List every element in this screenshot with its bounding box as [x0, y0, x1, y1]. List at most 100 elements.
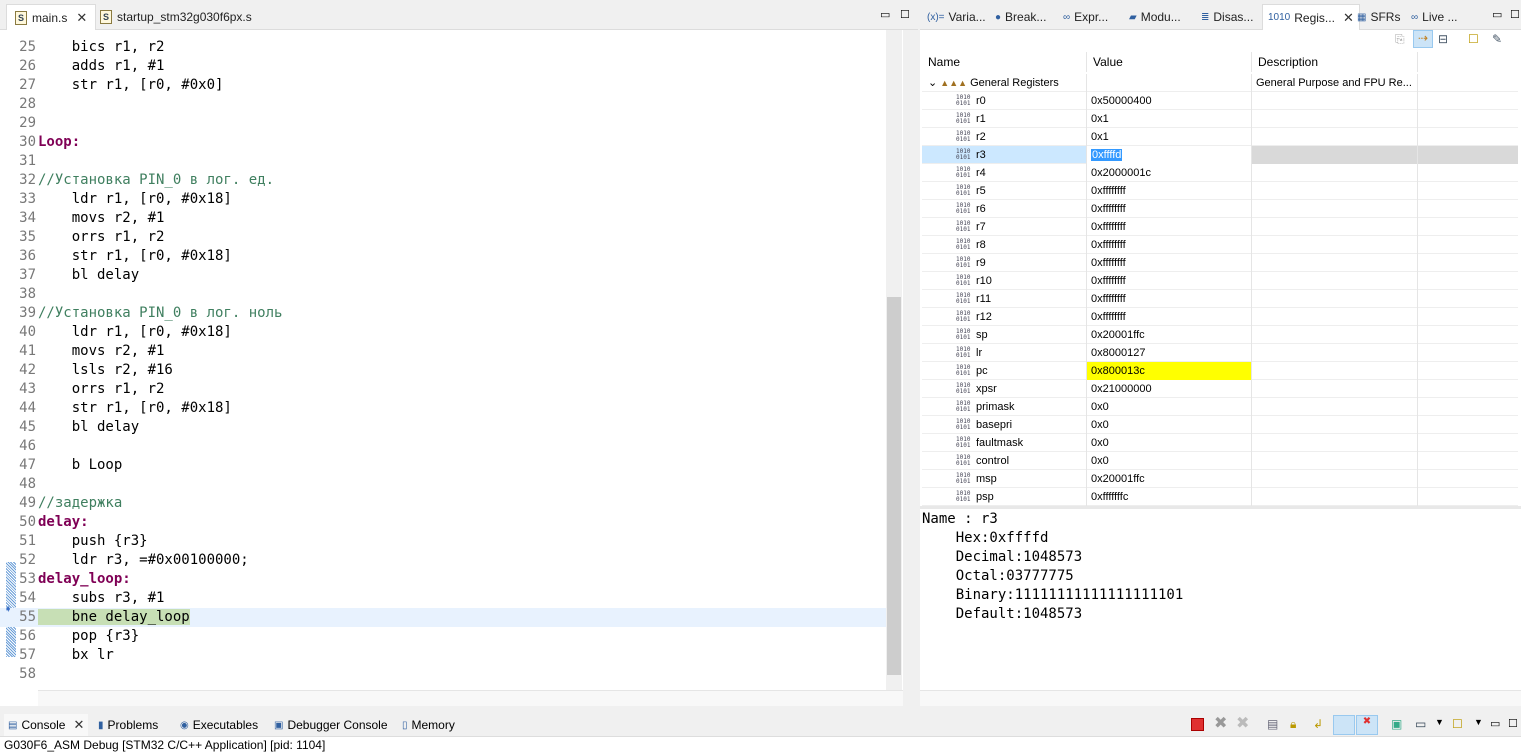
register-value[interactable]: 0xffffd — [1091, 149, 1123, 161]
register-value[interactable]: 0x8000127 — [1091, 347, 1145, 359]
tab-console[interactable]: ▤ Console ✕ — [4, 714, 89, 736]
code-line[interactable]: 40 ldr r1, [r0, #0x18] — [0, 323, 886, 342]
register-value[interactable]: 0x0 — [1091, 455, 1109, 467]
register-value[interactable]: 0x20001ffc — [1091, 329, 1145, 341]
register-row[interactable]: 1010 0101 basepri 0x0 — [922, 416, 1518, 434]
code-line[interactable]: 45 bl delay — [0, 418, 886, 437]
code-line[interactable]: 34 movs r2, #1 — [0, 209, 886, 228]
collapse-all-icon[interactable]: ⊟ — [1438, 32, 1448, 46]
code-line[interactable]: 43 orrs r1, r2 — [0, 380, 886, 399]
register-value[interactable]: 0x0 — [1091, 401, 1109, 413]
code-line[interactable]: 52 ldr r3, =#0x00100000; — [0, 551, 886, 570]
maximize-icon[interactable]: ☐ — [1508, 717, 1521, 733]
register-value[interactable]: 0xffffffff — [1091, 275, 1126, 287]
register-value[interactable]: 0xffffffff — [1091, 257, 1126, 269]
maximize-icon[interactable]: ☐ — [1510, 8, 1520, 21]
register-row[interactable]: 1010 0101 faultmask 0x0 — [922, 434, 1518, 452]
register-row[interactable]: 1010 0101 r11 0xffffffff — [922, 290, 1518, 308]
tab-disassembly[interactable]: ≣ Disas... — [1196, 4, 1258, 30]
code-line[interactable]: 26 adds r1, #1 — [0, 57, 886, 76]
register-row[interactable]: 1010 0101 lr 0x8000127 — [922, 344, 1518, 362]
code-line[interactable]: 36 str r1, [r0, #0x18] — [0, 247, 886, 266]
code-editor[interactable]: 25 bics r1, r2 26 adds r1, #1 27 str r1, [… — [0, 30, 903, 706]
scroll-lock-icon[interactable]: 🔒︎ — [1290, 717, 1306, 733]
tab-problems[interactable]: ▮ Problems — [98, 714, 158, 736]
register-value[interactable]: 0x20001ffc — [1091, 473, 1145, 485]
register-row[interactable]: 1010 0101 r6 0xffffffff — [922, 200, 1518, 218]
code-line[interactable]: 51 push {r3} — [0, 532, 886, 551]
sash[interactable] — [920, 506, 1521, 509]
code-line[interactable]: 30 Loop: — [0, 133, 886, 152]
minimize-icon[interactable]: ▭ — [1490, 717, 1506, 733]
column-name[interactable]: Name — [922, 52, 1087, 72]
column-description[interactable]: Description — [1252, 52, 1418, 72]
code-line[interactable]: 33 ldr r1, [r0, #0x18] — [0, 190, 886, 209]
register-row[interactable]: 1010 0101 r2 0x1 — [922, 128, 1518, 146]
code-line[interactable]: 44 str r1, [r0, #0x18] — [0, 399, 886, 418]
tab-registers[interactable]: 1010 Regis... ✕ — [1262, 4, 1360, 30]
close-icon[interactable]: ✕ — [73, 717, 84, 733]
register-row[interactable]: 1010 0101 r9 0xffffffff — [922, 254, 1518, 272]
code-line[interactable]: 54 subs r3, #1 — [0, 589, 886, 608]
register-row[interactable]: 1010 0101 r3 0xffffd — [922, 146, 1518, 164]
register-value[interactable]: 0x21000000 — [1091, 383, 1152, 395]
current-line[interactable]: 55 bne delay_loop — [0, 608, 886, 627]
register-value[interactable]: 0x2000001c — [1091, 167, 1151, 179]
horizontal-scrollbar[interactable] — [38, 690, 903, 706]
register-value[interactable]: 0xffffffff — [1091, 203, 1126, 215]
register-row[interactable]: 1010 0101 r12 0xffffffff — [922, 308, 1518, 326]
tab-debugger-console[interactable]: ▣ Debugger Console — [274, 714, 388, 736]
word-wrap-icon[interactable]: ↲ — [1313, 717, 1329, 733]
clear-console-icon[interactable]: ▤ — [1267, 717, 1283, 733]
code-line[interactable]: 39//Установка PIN_0 в лог. ноль — [0, 304, 886, 323]
code-line[interactable]: 35 orrs r1, r2 — [0, 228, 886, 247]
code-line[interactable]: 29 — [0, 114, 886, 133]
register-row[interactable]: 1010 0101 msp 0x20001ffc — [922, 470, 1518, 488]
tab-live-expressions[interactable]: ∞ Live ... — [1406, 4, 1463, 30]
maximize-icon[interactable]: ☐ — [900, 8, 910, 21]
minimize-icon[interactable]: ▭ — [1492, 8, 1502, 21]
register-value[interactable]: 0xfffffffc — [1091, 491, 1128, 503]
register-row[interactable]: 1010 0101 pc 0x800013c — [922, 362, 1518, 380]
pin-console-icon[interactable]: ▣ — [1391, 717, 1407, 733]
code-line[interactable]: 53 delay_loop: — [0, 570, 886, 589]
register-value[interactable]: 0x1 — [1091, 113, 1109, 125]
new-group-icon[interactable]: ☐ — [1468, 32, 1479, 46]
register-value[interactable]: 0xffffffff — [1091, 239, 1126, 251]
scrollbar-thumb[interactable] — [887, 297, 901, 675]
tab-startup[interactable]: Sstartup_stm32g030f6px.s — [92, 4, 260, 30]
code-line[interactable]: 31 — [0, 152, 886, 171]
tab-main-s[interactable]: Smain.s ✕ — [6, 4, 97, 30]
register-row[interactable]: 1010 0101 r8 0xffffffff — [922, 236, 1518, 254]
code-line[interactable]: 58 — [0, 665, 886, 684]
register-row[interactable]: 1010 0101 xpsr 0x21000000 — [922, 380, 1518, 398]
open-console-icon[interactable]: ☐ — [1452, 717, 1468, 733]
code-line[interactable]: 42 lsls r2, #16 — [0, 361, 886, 380]
register-value[interactable]: 0xffffffff — [1091, 221, 1126, 233]
tab-breakpoints[interactable]: ● Break... — [990, 4, 1051, 30]
tab-executables[interactable]: ◉ Executables — [180, 714, 258, 736]
code-line[interactable]: 46 — [0, 437, 886, 456]
code-line[interactable]: 32//Установка PIN_0 в лог. ед. — [0, 171, 886, 190]
code-line[interactable]: 49//задержка — [0, 494, 886, 513]
code-line[interactable]: 50 delay: — [0, 513, 886, 532]
register-value[interactable]: 0xffffffff — [1091, 293, 1126, 305]
code-line[interactable]: 57 bx lr — [0, 646, 886, 665]
register-row[interactable]: 1010 0101 r4 0x2000001c — [922, 164, 1518, 182]
register-row[interactable]: 1010 0101 psp 0xfffffffc — [922, 488, 1518, 506]
code-line[interactable]: 37 bl delay — [0, 266, 886, 285]
tab-variables[interactable]: (x)= Varia... — [922, 4, 991, 30]
code-line[interactable]: 25 bics r1, r2 — [0, 38, 886, 57]
code-line[interactable]: 27 str r1, [r0, #0x0] — [0, 76, 886, 95]
code-line[interactable]: 48 — [0, 475, 886, 494]
register-value[interactable]: 0x0 — [1091, 419, 1109, 431]
code-line[interactable]: 56 pop {r3} — [0, 627, 886, 646]
tab-modules[interactable]: ▰ Modu... — [1124, 4, 1186, 30]
tab-expressions[interactable]: ∞ Expr... — [1058, 4, 1113, 30]
register-row[interactable]: 1010 0101 r7 0xffffffff — [922, 218, 1518, 236]
dropdown-icon[interactable]: ▼ — [1474, 717, 1490, 733]
register-group-row[interactable]: ⌄ ▲▲▲ General Registers General Purpose … — [922, 74, 1518, 92]
register-value[interactable]: 0x1 — [1091, 131, 1109, 143]
dropdown-icon[interactable]: ▼ — [1435, 717, 1451, 733]
select-registers-icon[interactable]: ⇢ — [1413, 30, 1433, 48]
